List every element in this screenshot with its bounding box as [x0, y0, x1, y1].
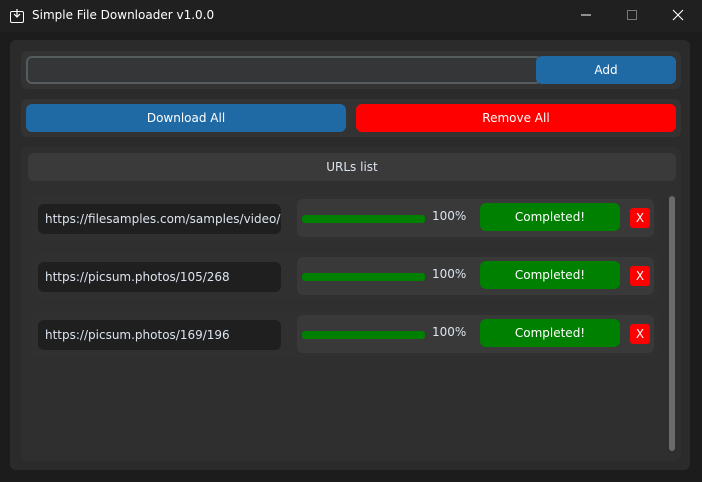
progress-fill [302, 273, 425, 281]
status-button[interactable]: Completed! [480, 203, 620, 231]
progress-bar [302, 273, 425, 281]
item-url: https://picsum.photos/169/196 [38, 320, 281, 350]
item-status-panel: 100% Completed! X [297, 199, 654, 237]
title-bar: Simple File Downloader v1.0.0 [0, 0, 702, 32]
url-input[interactable] [26, 56, 542, 84]
add-button[interactable]: Add [536, 56, 676, 84]
status-button[interactable]: Completed! [480, 319, 620, 347]
progress-percent: 100% [432, 267, 467, 281]
progress-percent: 100% [432, 325, 467, 339]
progress-bar [302, 331, 425, 339]
list-scrollbar[interactable] [667, 196, 677, 451]
download-app-icon [10, 9, 24, 23]
item-url: https://filesamples.com/samples/video/av… [38, 204, 281, 234]
status-button[interactable]: Completed! [480, 261, 620, 289]
maximize-icon [627, 10, 637, 20]
progress-fill [302, 215, 425, 223]
progress-bar [302, 215, 425, 223]
item-url: https://picsum.photos/105/268 [38, 262, 281, 292]
urls-list-header: URLs list [28, 153, 676, 181]
progress-percent: 100% [432, 209, 467, 223]
minimize-button[interactable] [564, 0, 610, 32]
maximize-button[interactable] [610, 0, 656, 32]
urls-list: https://filesamples.com/samples/video/av… [31, 195, 661, 365]
scrollbar-thumb[interactable] [669, 196, 675, 451]
item-status-panel: 100% Completed! X [297, 257, 654, 295]
download-all-button[interactable]: Download All [26, 104, 346, 132]
progress-fill [302, 331, 425, 339]
remove-item-button[interactable]: X [630, 324, 650, 344]
remove-all-button[interactable]: Remove All [356, 104, 676, 132]
minimize-icon [581, 14, 591, 16]
list-item: https://filesamples.com/samples/video/av… [31, 195, 659, 241]
remove-item-button[interactable]: X [630, 266, 650, 286]
remove-item-button[interactable]: X [630, 208, 650, 228]
list-item: https://picsum.photos/105/268 100% Compl… [31, 253, 659, 299]
close-window-button[interactable] [656, 0, 702, 32]
window-title: Simple File Downloader v1.0.0 [32, 8, 215, 22]
list-item: https://picsum.photos/169/196 100% Compl… [31, 311, 659, 357]
close-icon [672, 9, 684, 21]
item-status-panel: 100% Completed! X [297, 315, 654, 353]
